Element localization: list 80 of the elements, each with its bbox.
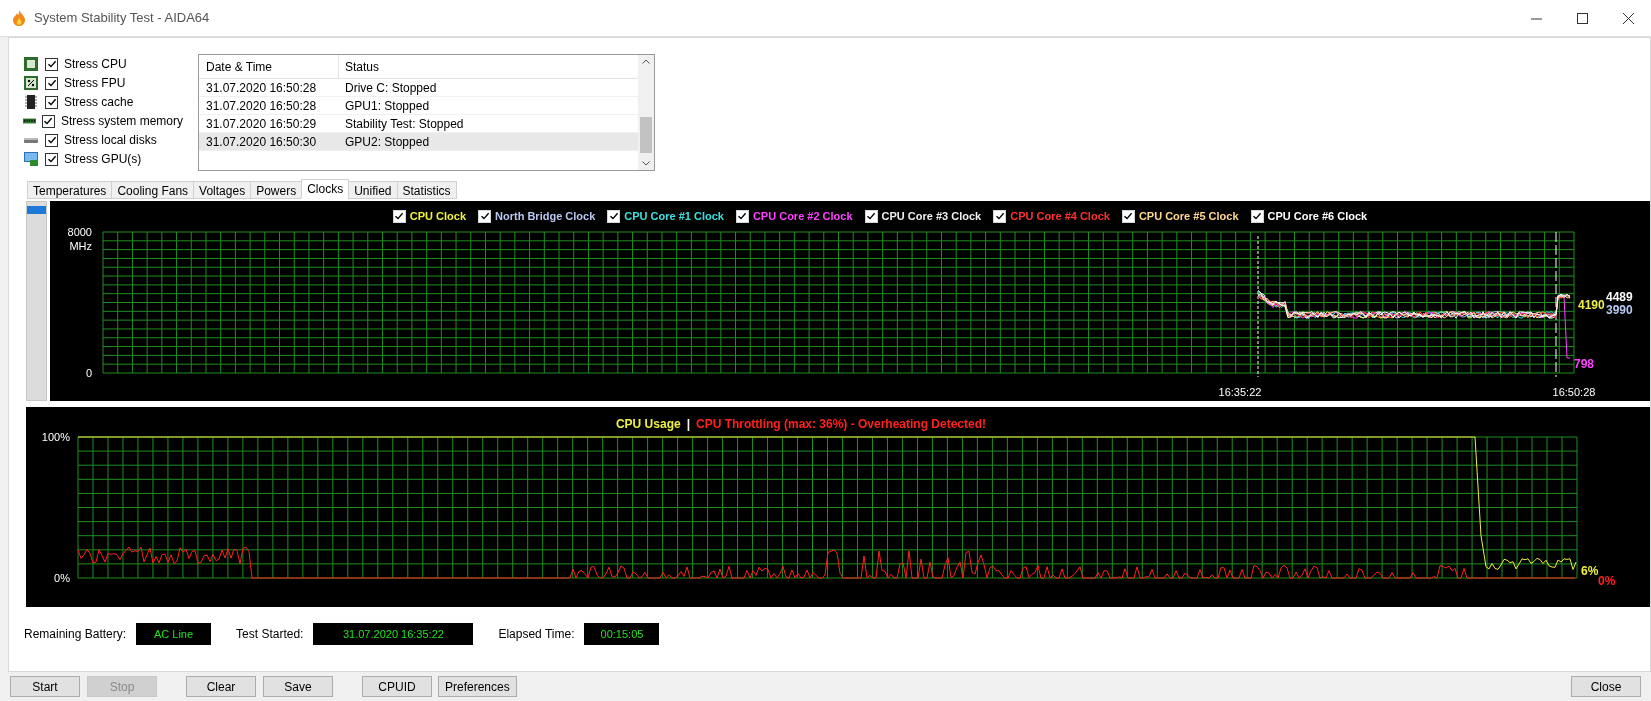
value-reading: 4489 (1606, 290, 1633, 304)
tab[interactable]: Voltages (193, 181, 252, 199)
status-value: 00:15:05 (584, 623, 660, 645)
tab[interactable]: Statistics (396, 181, 457, 199)
legend-label: CPU Core #6 Clock (1267, 208, 1368, 224)
table-cell-text: Drive C: Stopped (344, 79, 438, 96)
flame-icon (12, 10, 26, 26)
legend-label: CPU Throttling (max: 36%) - Overheating Detected! (696, 416, 987, 433)
axis-label: 0% (54, 572, 70, 584)
action-button[interactable]: CPUID (362, 676, 432, 697)
scrollbar[interactable] (638, 55, 654, 170)
checkbox[interactable] (45, 152, 58, 166)
table-cell-text: 31.07.2020 16:50:30 (205, 133, 318, 150)
action-button[interactable]: Clear (186, 676, 256, 697)
table-cell-text: 31.07.2020 16:50:28 (205, 97, 318, 114)
scroll-thumb[interactable] (27, 206, 46, 214)
scrollbar[interactable] (26, 201, 47, 401)
legend-label: CPU Core #1 Clock (624, 208, 724, 224)
option-label: Stress system memory (61, 113, 183, 130)
legend-label: North Bridge Clock (495, 208, 596, 224)
column-header[interactable]: Date & Time (199, 55, 339, 78)
option-label: Stress GPU(s) (64, 151, 142, 168)
option-label: Stress local disks (64, 132, 157, 149)
checkbox[interactable] (45, 95, 58, 109)
value-reading: 4190 (1578, 298, 1605, 312)
value-reading: 0% (1598, 574, 1616, 588)
option-label: Stress FPU (64, 75, 126, 92)
maximize-icon (1576, 12, 1588, 24)
axis-label: 0 (85, 367, 92, 379)
time-label: 16:50:28 (1552, 386, 1596, 398)
log-row[interactable]: 31.07.2020 16:50:30 GPU2: Stopped (199, 133, 638, 151)
tab[interactable]: Cooling Fans (111, 181, 195, 199)
legend-label: CPU Clock (409, 208, 467, 224)
table-cell-text: 31.07.2020 16:50:28 (205, 79, 318, 96)
scroll-thumb[interactable] (640, 117, 652, 153)
value-reading: 6% (1581, 564, 1599, 578)
value-reading: 3990 (1606, 303, 1633, 317)
table-cell-text: GPU1: Stopped (344, 97, 431, 114)
scroll-down-icon (642, 161, 650, 166)
table-cell-text: 31.07.2020 16:50:29 (205, 115, 318, 132)
action-button[interactable]: Preferences (438, 676, 517, 697)
status-value: 31.07.2020 16:35:22 (313, 623, 474, 645)
tab[interactable]: Unified (348, 181, 398, 199)
table-cell-text: Stability Test: Stopped (344, 115, 465, 132)
legend-label: CPU Core #5 Clock (1138, 208, 1239, 224)
action-button[interactable]: Start (10, 676, 80, 697)
column-header[interactable]: Status (339, 55, 638, 78)
action-button[interactable]: Save (263, 676, 333, 697)
window-title: System Stability Test - AIDA64 (34, 9, 210, 28)
checkbox[interactable] (45, 133, 58, 147)
field-label: Elapsed Time: (498, 626, 575, 643)
legend-label: CPU Usage (615, 416, 681, 433)
legend-label: | (686, 416, 690, 433)
scroll-up-icon (642, 59, 650, 64)
legend-label: CPU Core #4 Clock (1010, 208, 1110, 224)
percent-chip-icon (23, 75, 39, 91)
axis-unit: MHz (69, 240, 92, 252)
status-value: AC Line (136, 623, 212, 645)
memory-chip-icon (23, 94, 39, 110)
option-label: Stress cache (64, 94, 134, 111)
legend-label: CPU Core #2 Clock (752, 208, 853, 224)
checkbox[interactable] (42, 114, 55, 128)
action-button[interactable]: Close (1571, 676, 1641, 697)
tab[interactable]: Clocks (301, 179, 350, 199)
close-icon (1622, 12, 1634, 24)
table-cell-text: GPU2: Stopped (344, 133, 431, 150)
field-label: Remaining Battery: (24, 626, 127, 643)
monitor-icon (23, 151, 39, 167)
legend-label: CPU Core #3 Clock (881, 208, 982, 224)
chip-icon (23, 56, 39, 72)
time-label: 16:35:22 (1218, 386, 1262, 398)
axis-label: 100% (41, 431, 70, 443)
checkbox[interactable] (45, 57, 58, 71)
checkbox[interactable] (45, 76, 58, 90)
value-reading: 798 (1574, 357, 1595, 371)
tab[interactable]: Powers (250, 181, 303, 199)
tab[interactable]: Temperatures (27, 181, 113, 199)
axis-label: 8000 (67, 226, 92, 238)
option-label: Stress CPU (64, 56, 127, 73)
field-label: Test Started: (236, 626, 304, 643)
